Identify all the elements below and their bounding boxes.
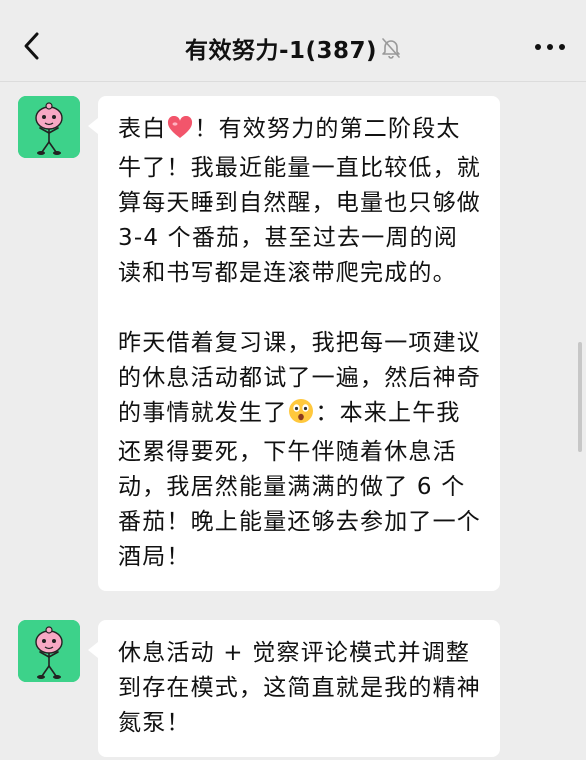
message-paragraph: 昨天借着复习课，我把每一项建议的休息活动都试了一遍，然后神奇的事情就发生了 ：本来…	[118, 326, 482, 575]
chevron-left-icon	[24, 32, 39, 60]
more-dots-icon	[535, 44, 541, 50]
sender-avatar[interactable]	[18, 620, 80, 682]
scrollbar[interactable]	[578, 342, 582, 452]
more-dots-icon	[559, 44, 565, 50]
message-text: 表白	[118, 116, 167, 142]
cartoon-character-avatar	[18, 96, 80, 158]
cartoon-character-avatar	[18, 620, 80, 682]
message-bubble[interactable]: 休息活动 + 觉察评论模式并调整到存在模式，这简直就是我的精神氮泵！	[88, 620, 500, 757]
bell-off-icon	[381, 37, 401, 59]
sender-avatar[interactable]	[18, 96, 80, 158]
heart-icon	[167, 115, 193, 151]
message-paragraph: 表白 ！有效努力的第二阶段太牛了！我最近能量一直比较低，就算每天睡到自然醒，电量也…	[118, 112, 482, 291]
message-bubble[interactable]: 表白 ！有效努力的第二阶段太牛了！我最近能量一直比较低，就算每天睡到自然醒，电量也…	[88, 96, 500, 591]
title-container: 有效努力-1(387)	[0, 30, 586, 66]
surprised-face-icon	[288, 398, 314, 435]
chat-header: 有效努力-1(387)	[0, 0, 586, 82]
more-options-button[interactable]	[528, 30, 572, 64]
more-dots-icon	[547, 44, 553, 50]
back-button[interactable]	[14, 28, 50, 64]
message-text: 休息活动 + 觉察评论模式并调整到存在模式，这简直就是我的精神氮泵！	[118, 640, 481, 736]
chat-title: 有效努力-1(387)	[184, 38, 378, 64]
